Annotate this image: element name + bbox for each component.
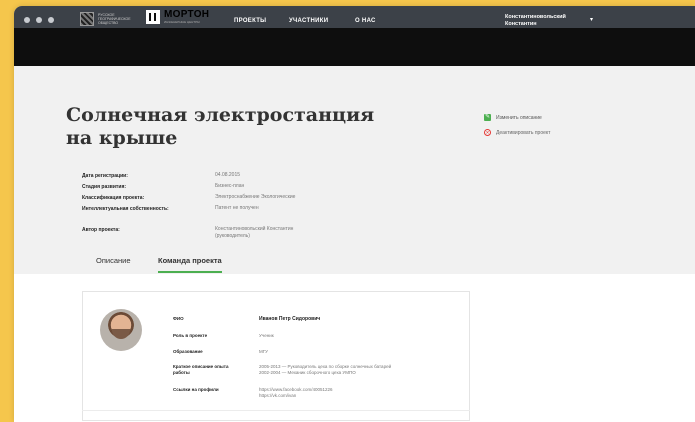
edit-icon: ✎ [484,114,491,121]
info-label-stage: Стадия развития: [82,184,127,190]
member-value-name: Иванов Петр Сидорович [259,316,321,322]
member-label-profiles: Ссылки на профили [173,387,219,392]
member-label-education: Образование [173,349,203,354]
edit-description-link[interactable]: ✎ Изменить описание [484,114,542,121]
edit-description-label: Изменить описание [496,114,542,121]
window-close-dot[interactable] [24,17,30,23]
member-label-experience: Краткое описание опыта работы [173,364,229,375]
tab-project-team[interactable]: Команда проекта [158,256,222,273]
member-value-experience-2: 2002-2004 — Механик сборочного цеха УМПО [259,370,356,375]
member-label-role: Роль в проекте [173,333,208,338]
user-name-line1: Константиновольский [505,14,566,20]
morton-logo-subtitle: ИНЖЕНЕРНЫЕ ЦЕНТРЫ [164,20,200,24]
member-profile-link-vk[interactable]: https://vk.com/ivan [259,393,296,399]
user-menu[interactable]: Константиновольский Константин [505,14,566,28]
info-label-classification: Классификация проекта: [82,195,145,201]
team-member-card [82,291,470,421]
nav-link-participants[interactable]: УЧАСТНИКИ [289,18,328,24]
user-name-line2: Константин [505,21,537,27]
tab-description[interactable]: Описание [96,256,131,271]
info-value-ip: Патент не получен [215,205,259,211]
member-value-role: Ученик [259,333,274,338]
morton-logo-title: МОРТОН [164,9,210,20]
info-value-classification: Электроснабжение Экологические [215,194,296,200]
window-minimize-dot[interactable] [36,17,42,23]
info-label-ip: Интеллектуальная собственность: [82,206,169,212]
morton-logo[interactable]: МОРТОН ИНЖЕНЕРНЫЕ ЦЕНТРЫ [146,10,209,24]
nav-link-projects[interactable]: ПРОЕКТЫ [234,18,266,24]
rgo-logo-text: РУССКОЕ ГЕОГРАФИЧЕСКОЕ ОБЩЕСТВО [98,13,131,25]
morton-emblem-icon [146,10,160,24]
nav-link-about[interactable]: О НАС [355,18,376,24]
deactivate-project-label: Деактивировать проект [496,129,551,136]
info-value-stage: Бизнес-план [215,183,245,189]
info-value-author[interactable]: Константиновольский Константин [215,226,293,233]
project-header-section [14,66,695,274]
morton-logo-text: МОРТОН ИНЖЕНЕРНЫЕ ЦЕНТРЫ [164,9,210,25]
delete-icon: ✕ [484,129,491,136]
deactivate-project-link[interactable]: ✕ Деактивировать проект [484,129,550,136]
info-value-registration-date: 04.08.2015 [215,172,241,178]
rgo-logo[interactable]: РУССКОЕ ГЕОГРАФИЧЕСКОЕ ОБЩЕСТВО [80,12,132,26]
card-divider [82,410,470,411]
info-label-author: Автор проекта: [82,227,120,233]
window-maximize-dot[interactable] [48,17,54,23]
info-value-author-role: (руководитель) [215,233,250,239]
info-label-registration-date: Дата регистрации: [82,173,128,179]
top-navbar [14,28,695,66]
chevron-down-icon[interactable]: ▾ [590,16,593,23]
member-label-name: ФИО [173,316,184,321]
rgo-emblem-icon [80,12,94,26]
member-value-education: МГУ [259,349,269,354]
page-title: Солнечная электростанция на крыше [66,104,375,149]
